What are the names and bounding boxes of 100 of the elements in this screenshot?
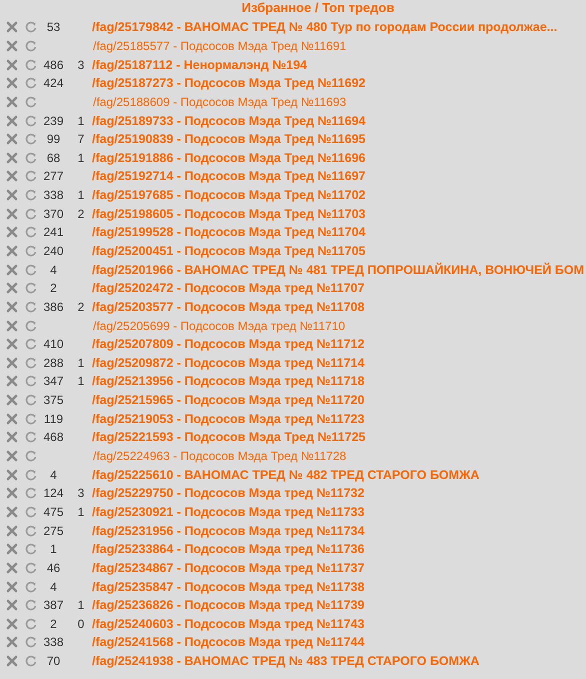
thread-link[interactable]: /fag/25185577 - Подсосов Мэда Тред №11691 bbox=[93, 38, 346, 53]
close-icon[interactable] bbox=[6, 655, 18, 668]
refresh-icon[interactable] bbox=[25, 375, 37, 388]
close-icon[interactable] bbox=[6, 543, 18, 556]
thread-link[interactable]: /fag/25199528 - Подсосов Мэда Тред №11704 bbox=[92, 225, 366, 240]
thread-link[interactable]: /fag/25230921 - Подсосов Мэда тред №11733 bbox=[92, 504, 364, 519]
thread-link[interactable]: /fag/25241568 - Подсосов Мэда тред №11744 bbox=[92, 635, 364, 650]
close-icon[interactable] bbox=[6, 320, 18, 332]
close-icon[interactable] bbox=[6, 170, 18, 182]
thread-link[interactable]: /fag/25203577 - Подсосов Мэда тред №11708 bbox=[92, 300, 364, 314]
refresh-icon[interactable] bbox=[25, 133, 37, 146]
close-icon[interactable] bbox=[6, 394, 18, 406]
refresh-icon[interactable] bbox=[25, 58, 37, 71]
refresh-icon[interactable] bbox=[25, 599, 37, 612]
close-icon[interactable] bbox=[6, 114, 18, 127]
thread-link[interactable]: /fag/25209872 - Подсосов Мэда тред №11714 bbox=[92, 356, 364, 370]
close-icon[interactable] bbox=[6, 580, 18, 593]
close-icon[interactable] bbox=[6, 562, 18, 574]
refresh-icon[interactable] bbox=[25, 562, 37, 574]
thread-link[interactable]: /fag/25205699 - Подсосов Мэда тред №11710 bbox=[93, 318, 346, 333]
refresh-icon[interactable] bbox=[25, 618, 37, 630]
refresh-icon[interactable] bbox=[25, 655, 37, 668]
close-icon[interactable] bbox=[6, 40, 18, 52]
thread-link[interactable]: /fag/25219053 - Подсосов Мэда тред №11723 bbox=[92, 412, 364, 426]
close-icon[interactable] bbox=[6, 226, 18, 238]
refresh-icon[interactable] bbox=[25, 152, 37, 164]
thread-link[interactable]: /fag/25233864 - Подсосов Мэда тред №11736 bbox=[92, 542, 364, 556]
refresh-icon[interactable] bbox=[25, 189, 37, 202]
thread-link[interactable]: /fag/25187112 - Ненормалэнд №194 bbox=[92, 58, 307, 72]
thread-link[interactable]: /fag/25189733 - Подсосов Мэда Тред №11694 bbox=[92, 114, 366, 128]
close-icon[interactable] bbox=[6, 77, 18, 90]
thread-link[interactable]: /fag/25188609 - Подсосов Мэда Тред №11693 bbox=[93, 94, 346, 109]
refresh-icon[interactable] bbox=[25, 264, 37, 276]
refresh-icon[interactable] bbox=[25, 580, 37, 593]
close-icon[interactable] bbox=[6, 618, 18, 630]
refresh-icon[interactable] bbox=[25, 114, 37, 127]
refresh-icon[interactable] bbox=[25, 226, 37, 238]
refresh-icon[interactable] bbox=[25, 40, 37, 52]
thread-link[interactable]: /fag/25190839 - Подсосов Мэда Тред №11695 bbox=[92, 132, 366, 146]
refresh-icon[interactable] bbox=[25, 412, 37, 425]
refresh-icon[interactable] bbox=[25, 468, 37, 481]
close-icon[interactable] bbox=[6, 208, 18, 220]
thread-link[interactable]: /fag/25198605 - Подсосов Мэда Тред №11703 bbox=[92, 206, 366, 221]
close-icon[interactable] bbox=[6, 356, 18, 369]
close-icon[interactable] bbox=[6, 58, 18, 71]
thread-link[interactable]: /fag/25207809 - Подсосов Мэда тред №11712 bbox=[92, 337, 364, 352]
thread-link[interactable]: /fag/25221593 - Подсосов Мэда Тред №11725 bbox=[92, 430, 366, 444]
thread-link[interactable]: /fag/25191886 - Подсосов Мэда Тред №11696 bbox=[92, 150, 366, 165]
close-icon[interactable] bbox=[6, 264, 18, 276]
refresh-icon[interactable] bbox=[25, 338, 37, 350]
thread-link[interactable]: /fag/25235847 - Подсосов Мэда тред №11738 bbox=[92, 580, 364, 594]
refresh-icon[interactable] bbox=[25, 77, 37, 90]
close-icon[interactable] bbox=[6, 21, 18, 34]
thread-link[interactable]: /fag/25224963 - Подсосов Мэда Тред №11728 bbox=[93, 449, 346, 464]
close-icon[interactable] bbox=[6, 524, 18, 537]
refresh-icon[interactable] bbox=[25, 356, 37, 369]
close-icon[interactable] bbox=[6, 96, 18, 108]
close-icon[interactable] bbox=[6, 375, 18, 388]
refresh-icon[interactable] bbox=[25, 394, 37, 406]
refresh-icon[interactable] bbox=[25, 450, 37, 462]
thread-link[interactable]: /fag/25200451 - Подсосов Мэда Тред №11705 bbox=[92, 244, 366, 258]
thread-link[interactable]: /fag/25229750 - Подсосов Мэда тред №11732 bbox=[92, 486, 364, 500]
thread-link[interactable]: /fag/25240603 - Подсосов Мэда тред №11743 bbox=[92, 616, 364, 631]
thread-link[interactable]: /fag/25213956 - Подсосов Мэда тред №11718 bbox=[92, 374, 364, 388]
close-icon[interactable] bbox=[6, 300, 18, 313]
thread-link[interactable]: /fag/25225610 - ВАНОМАС ТРЕД № 482 ТРЕД СТАРОГО БОМЖА bbox=[92, 468, 480, 482]
close-icon[interactable] bbox=[6, 636, 18, 648]
close-icon[interactable] bbox=[6, 450, 18, 462]
refresh-icon[interactable] bbox=[25, 300, 37, 313]
refresh-icon[interactable] bbox=[25, 506, 37, 518]
refresh-icon[interactable] bbox=[25, 524, 37, 537]
close-icon[interactable] bbox=[6, 431, 18, 444]
refresh-icon[interactable] bbox=[25, 636, 37, 648]
thread-link[interactable]: /fag/25236826 - Подсосов Мэда тред №11739 bbox=[92, 598, 364, 612]
close-icon[interactable] bbox=[6, 599, 18, 612]
thread-link[interactable]: /fag/25234867 - Подсосов Мэда тред №11737 bbox=[92, 560, 364, 575]
close-icon[interactable] bbox=[6, 245, 18, 257]
close-icon[interactable] bbox=[6, 487, 18, 500]
close-icon[interactable] bbox=[6, 133, 18, 146]
close-icon[interactable] bbox=[6, 412, 18, 425]
refresh-icon[interactable] bbox=[25, 208, 37, 220]
thread-link[interactable]: /fag/25192714 - Подсосов Мэда Тред №11697 bbox=[92, 169, 366, 184]
thread-link[interactable]: /fag/25231956 - Подсосов Мэда тред №11734 bbox=[92, 524, 364, 538]
refresh-icon[interactable] bbox=[25, 170, 37, 182]
close-icon[interactable] bbox=[6, 338, 18, 350]
close-icon[interactable] bbox=[6, 468, 18, 481]
refresh-icon[interactable] bbox=[25, 96, 37, 108]
refresh-icon[interactable] bbox=[25, 431, 37, 444]
refresh-icon[interactable] bbox=[25, 21, 37, 34]
close-icon[interactable] bbox=[6, 152, 18, 164]
refresh-icon[interactable] bbox=[25, 245, 37, 257]
thread-link[interactable]: /fag/25202472 - Подсосов Мэда тред №11707 bbox=[92, 281, 364, 296]
refresh-icon[interactable] bbox=[25, 487, 37, 500]
thread-link[interactable]: /fag/25215965 - Подсосов Мэда тред №11720 bbox=[92, 393, 364, 408]
refresh-icon[interactable] bbox=[25, 543, 37, 556]
thread-link[interactable]: /fag/25187273 - Подсосов Мэда Тред №11692 bbox=[92, 76, 366, 90]
thread-link[interactable]: /fag/25201966 - ВАНОМАС ТРЕД № 481 ТРЕД ПОПРОШАЙКИНА, ВОНЮЧЕЙ БОМ bbox=[92, 262, 584, 277]
close-icon[interactable] bbox=[6, 506, 18, 518]
refresh-icon[interactable] bbox=[25, 320, 37, 332]
close-icon[interactable] bbox=[6, 189, 18, 202]
